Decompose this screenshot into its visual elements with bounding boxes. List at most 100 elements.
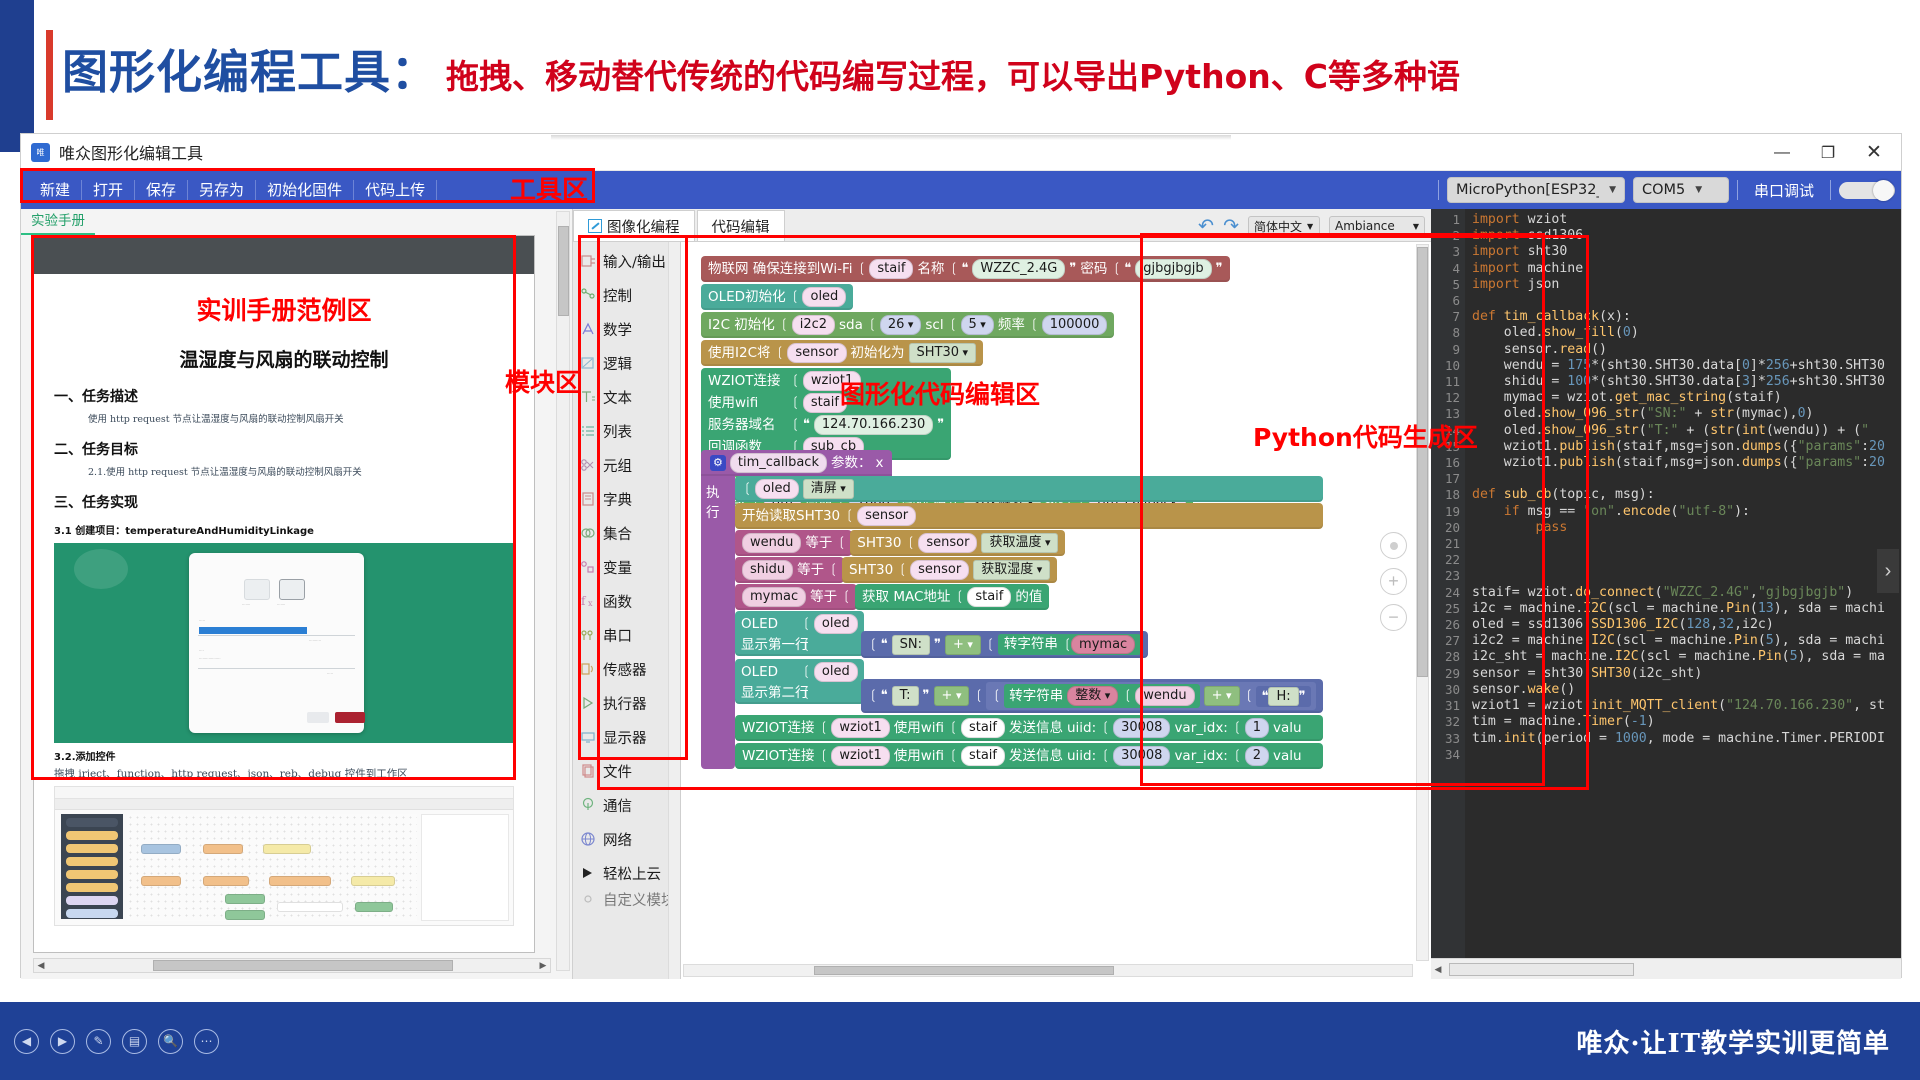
block-wziot-publish-1[interactable]: WZIOT连接 ❲wziot1 使用wifi ❲staif 发送信息 uiid:…: [735, 715, 1323, 741]
block-field-var[interactable]: sensor: [787, 343, 846, 363]
block-field-function-name[interactable]: tim_callback: [730, 453, 827, 473]
palette-item-sensor[interactable]: 传感器: [573, 652, 680, 686]
workspace-horizontal-scrollbar[interactable]: [683, 964, 1413, 977]
block-field-var[interactable]: sensor: [857, 506, 916, 526]
palette-item-function[interactable]: fx 函数: [573, 584, 680, 618]
tab-experiment-manual[interactable]: 实验手册: [21, 209, 95, 235]
tab-code-editing[interactable]: 代码编辑: [697, 210, 785, 241]
block-field-var[interactable]: wendu: [1135, 686, 1194, 706]
palette-item-network[interactable]: 网络: [573, 822, 680, 856]
zoom-in-button[interactable]: +: [1380, 568, 1407, 595]
block-field-client[interactable]: wziot1: [831, 746, 889, 766]
palette-item-actuator[interactable]: 执行器: [573, 686, 680, 720]
block-oled-line1[interactable]: OLED ❲oled 显示第一行 ❲: [735, 611, 1323, 658]
block-field-operator[interactable]: + ▾: [1204, 686, 1240, 706]
next-icon[interactable]: ▶: [50, 1029, 75, 1054]
code-editor[interactable]: 1234567891011121314151617181920212223242…: [1431, 209, 1901, 958]
block-oled-line2[interactable]: OLED ❲oled 显示第二行 ❲: [735, 659, 1323, 713]
center-workspace-button[interactable]: [1380, 532, 1407, 559]
code-expand-icon[interactable]: ›: [1877, 549, 1899, 593]
prev-icon[interactable]: ◀: [14, 1029, 39, 1054]
maximize-button[interactable]: ❐: [1805, 134, 1851, 171]
manual-outer-vertical-scrollbar[interactable]: [556, 211, 570, 971]
block-field-uiid[interactable]: 30008: [1113, 746, 1170, 766]
block-field-var[interactable]: staif: [869, 259, 913, 279]
block-set-wendu[interactable]: wendu等于❲ SHT30 ❲sensor 获取温度 ▾: [735, 530, 1323, 556]
connection-toggle[interactable]: [1839, 182, 1895, 199]
block-tostring[interactable]: 转字符串 ❲mymac: [998, 634, 1141, 655]
slides-icon[interactable]: ▤: [122, 1029, 147, 1054]
scroll-left-icon[interactable]: ◀: [1431, 964, 1445, 975]
block-field-sensor[interactable]: sensor: [918, 533, 977, 553]
tab-graphical-programming[interactable]: 图像化编程: [573, 210, 695, 241]
palette-item-tuple[interactable]: 元组: [573, 448, 680, 482]
block-field-server[interactable]: 124.70.166.230: [814, 415, 933, 435]
block-field-read-type[interactable]: 获取温度 ▾: [981, 533, 1058, 553]
code-horizontal-scrollbar[interactable]: ◀: [1431, 958, 1901, 979]
block-field-text[interactable]: SN:: [892, 635, 930, 655]
close-button[interactable]: ✕: [1851, 134, 1897, 171]
more-icon[interactable]: ⋯: [194, 1029, 219, 1054]
pen-icon[interactable]: ✎: [86, 1029, 111, 1054]
palette-item-logic[interactable]: 逻辑: [573, 346, 680, 380]
block-wifi-connect[interactable]: 物联网 确保连接到Wi-Fi ❲staif 名称 ❲❝WZZC_2.4G❞ 密码…: [701, 256, 1230, 282]
palette-item-list[interactable]: 列表: [573, 414, 680, 448]
palette-item-control[interactable]: 控制: [573, 278, 680, 312]
block-field-display[interactable]: oled: [814, 614, 858, 634]
palette-item-math[interactable]: 数学: [573, 312, 680, 346]
block-concat[interactable]: ❲ 转字符串 整数 ▾ ❲wendu + ▾ ❲: [986, 682, 1315, 710]
block-field-operator[interactable]: + ▾: [934, 686, 970, 706]
zoom-icon[interactable]: 🔍: [158, 1029, 183, 1054]
block-field-var[interactable]: shidu: [742, 560, 793, 580]
block-field-var[interactable]: wendu: [742, 533, 801, 553]
palette-scrollbar[interactable]: [668, 242, 680, 979]
block-tostring[interactable]: 转字符串 整数 ▾ ❲wendu: [1004, 684, 1199, 708]
block-field-password[interactable]: gjbgjbgjb: [1135, 259, 1211, 279]
redo-icon[interactable]: ↷: [1223, 215, 1239, 237]
block-set-mymac[interactable]: mymac等于❲ 获取 MAC地址 ❲staif 的值: [735, 584, 1323, 610]
block-field-read-type[interactable]: 获取湿度 ▾: [973, 560, 1050, 580]
block-oled-clear[interactable]: ❲oled 清屏 ▾: [735, 476, 1323, 502]
theme-select[interactable]: Ambiance ▼: [1329, 216, 1425, 236]
block-field-action[interactable]: 清屏 ▾: [803, 479, 854, 499]
block-field-wifi[interactable]: staif: [961, 746, 1005, 766]
block-field-var[interactable]: oled: [755, 479, 799, 499]
block-field-uiid[interactable]: 30008: [1113, 718, 1170, 738]
block-field-var[interactable]: i2c2: [792, 315, 835, 335]
toolbar-save-button[interactable]: 保存: [135, 180, 188, 200]
block-field-var[interactable]: mymac: [1071, 635, 1135, 654]
toolbar-open-button[interactable]: 打开: [82, 180, 135, 200]
block-field-ssid[interactable]: WZZC_2.4G: [972, 259, 1065, 279]
block-oled-init[interactable]: OLED初始化 ❲oled: [701, 284, 1230, 310]
block-field-wifi[interactable]: staif: [961, 718, 1005, 738]
scroll-right-icon[interactable]: ▶: [536, 960, 550, 971]
block-function-header[interactable]: ⚙ tim_callback 参数： x: [701, 450, 892, 476]
toolbar-new-button[interactable]: 新建: [29, 180, 82, 200]
palette-item-communication[interactable]: 通信: [573, 788, 680, 822]
palette-item-serial[interactable]: 串口: [573, 618, 680, 652]
palette-item-dict[interactable]: 字典: [573, 482, 680, 516]
block-field-client[interactable]: wziot1: [831, 718, 889, 738]
board-select[interactable]: MicroPython[ESP32_... ▼: [1447, 177, 1625, 203]
workspace-vertical-scrollbar[interactable]: [1416, 244, 1429, 961]
block-field-varidx[interactable]: 2: [1245, 746, 1269, 766]
block-field-wifi[interactable]: staif: [967, 587, 1011, 607]
block-field-sensor[interactable]: sensor: [910, 560, 969, 580]
manual-horizontal-scrollbar[interactable]: ◀ ▶: [33, 958, 551, 973]
palette-item-set[interactable]: 集合: [573, 516, 680, 550]
block-text-h[interactable]: ❝H:❞: [1256, 686, 1310, 707]
port-select[interactable]: COM5 ▼: [1633, 177, 1729, 203]
block-wziot-publish-2[interactable]: WZIOT连接 ❲wziot1 使用wifi ❲staif 发送信息 uiid:…: [735, 743, 1323, 769]
block-field-cast[interactable]: 整数 ▾: [1067, 686, 1118, 706]
block-field-operator[interactable]: + ▾: [945, 635, 981, 655]
block-field-text[interactable]: T:: [892, 686, 919, 706]
minimize-button[interactable]: —: [1759, 134, 1805, 171]
code-text[interactable]: import wziotimport ssd1306import sht30im…: [1465, 209, 1901, 958]
block-field-frequency[interactable]: 100000: [1042, 315, 1108, 335]
toolbar-init-firmware-button[interactable]: 初始化固件: [256, 180, 354, 200]
block-set-shidu[interactable]: shidu等于❲ SHT30 ❲sensor 获取湿度 ▾: [735, 557, 1323, 583]
palette-item-text[interactable]: 文本: [573, 380, 680, 414]
toolbar-saveas-button[interactable]: 另存为: [188, 180, 256, 200]
palette-item-variable[interactable]: 变量: [573, 550, 680, 584]
palette-item-io[interactable]: 输入/输出: [573, 244, 680, 278]
